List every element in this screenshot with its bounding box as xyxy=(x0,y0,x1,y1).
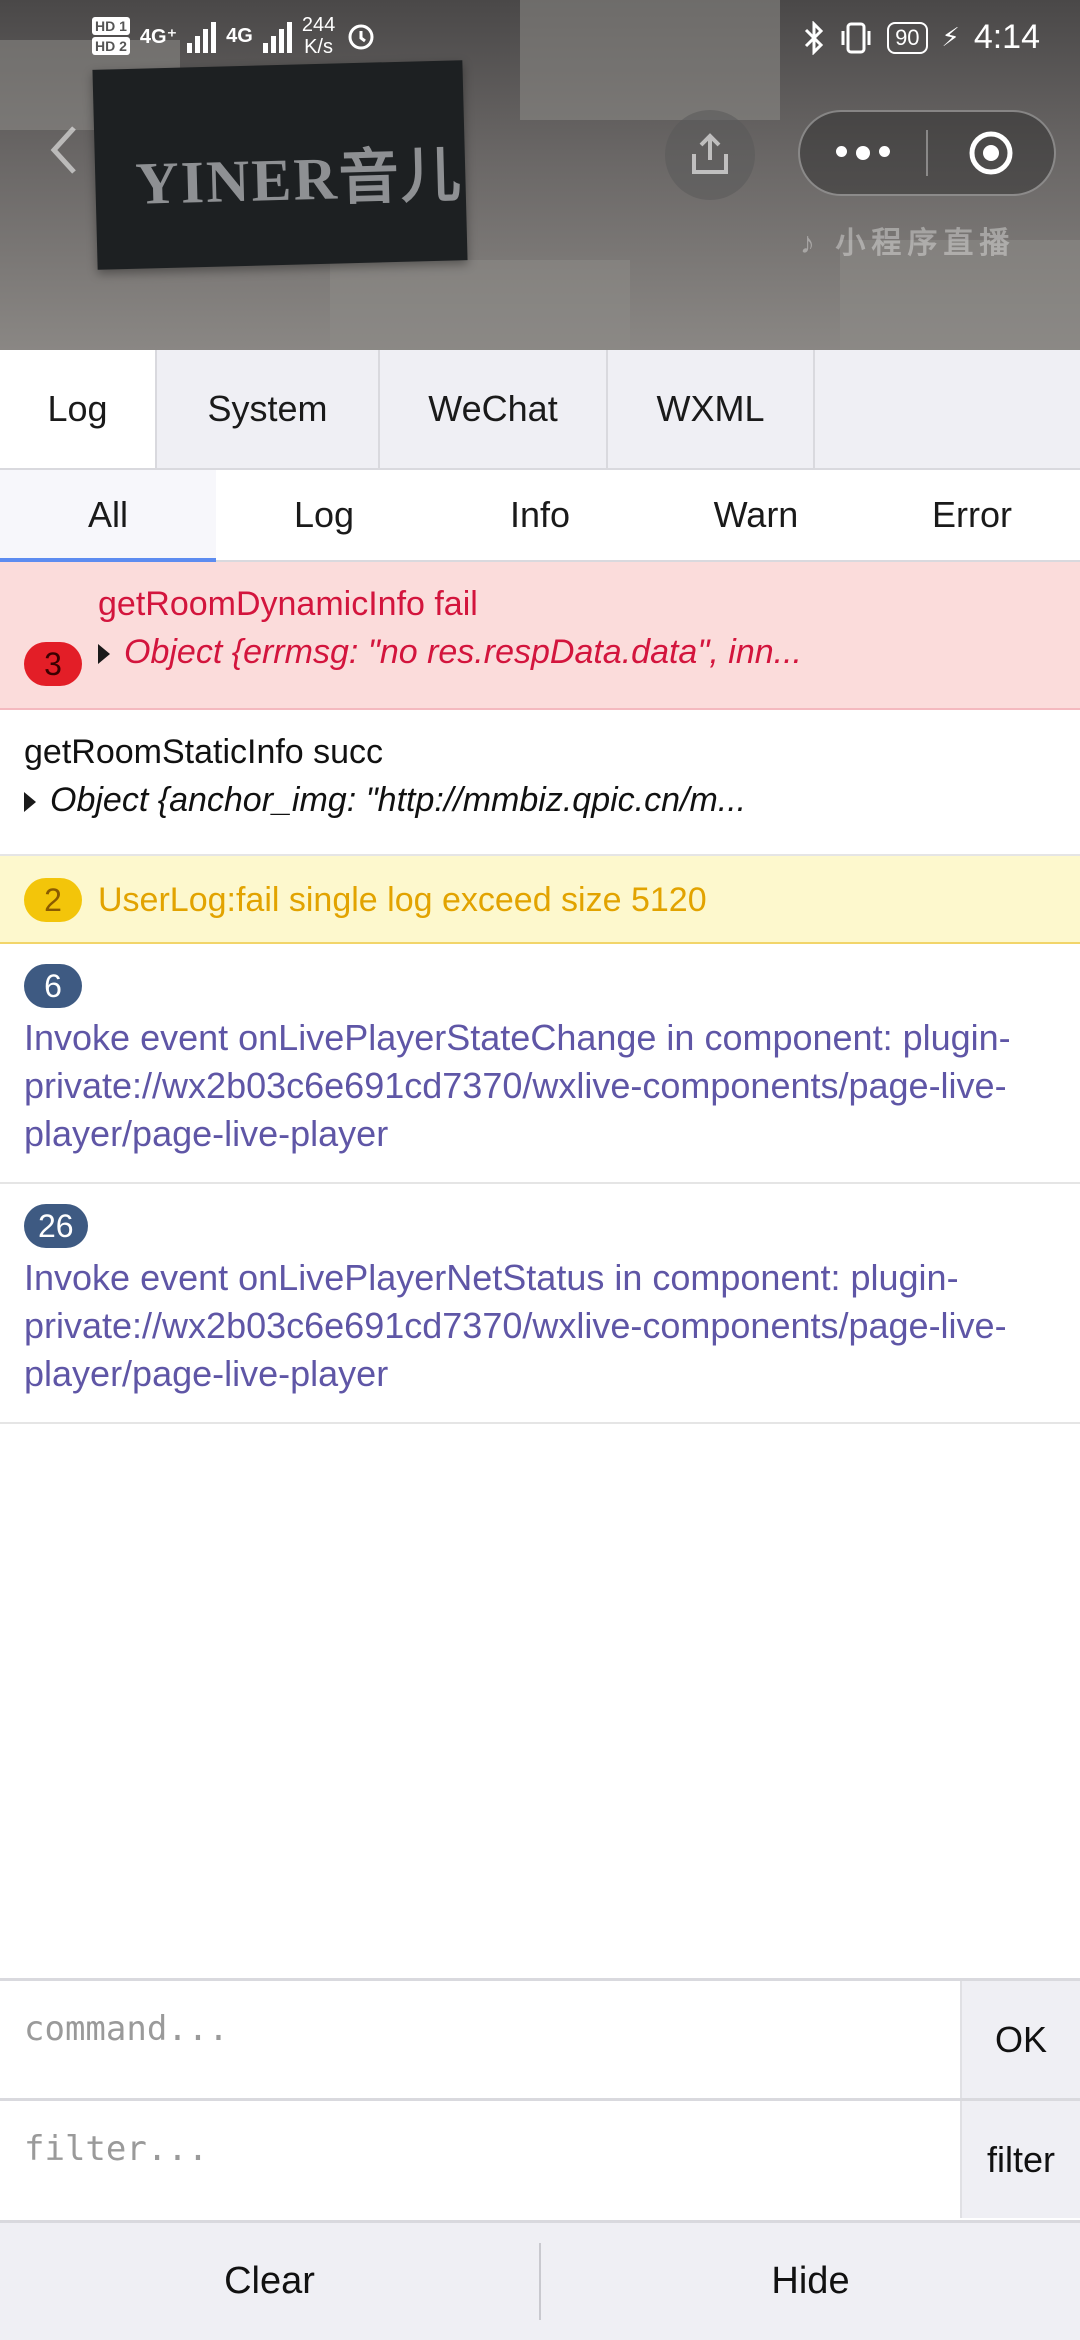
live-video-header: YINER音儿 HD 1 HD 2 4G⁺ 4G 244 K/s 90 ⚡ 4:… xyxy=(0,0,1080,350)
log-entry-warn: 2 UserLog:fail single log exceed size 51… xyxy=(0,856,1080,944)
vconsole-panel-tabs: Log System WeChat WXML xyxy=(0,350,1080,470)
wall-block xyxy=(330,260,630,350)
log-message: UserLog:fail single log exceed size 5120 xyxy=(98,881,707,919)
vibrate-icon xyxy=(841,22,871,53)
expand-triangle-icon xyxy=(98,644,110,665)
clear-button[interactable]: Clear xyxy=(0,2223,539,2340)
command-row: OK xyxy=(0,1978,1080,2098)
live-watermark-text: 小程序直播 xyxy=(835,227,1016,260)
repeat-count-badge: 26 xyxy=(24,1204,88,1248)
log-entry-info: 26 Invoke event onLivePlayerNetStatus in… xyxy=(0,1184,1080,1424)
log-message: getRoomStaticInfo succ xyxy=(24,733,384,771)
tab-system[interactable]: System xyxy=(157,350,380,468)
hd1-label: HD 1 xyxy=(92,17,130,35)
bluetooth-icon xyxy=(805,20,824,55)
ok-button[interactable]: OK xyxy=(960,1981,1080,2098)
target-icon xyxy=(969,131,1013,175)
tab-wechat[interactable]: WeChat xyxy=(380,350,608,468)
signal-icon xyxy=(262,19,292,53)
more-menu-icon[interactable] xyxy=(800,146,926,160)
log-level-tabs: All Log Info Warn Error xyxy=(0,470,1080,562)
network-type-1: 4G⁺ xyxy=(139,25,178,48)
share-icon xyxy=(692,133,728,174)
repeat-count-badge: 2 xyxy=(24,878,82,922)
level-tab-info[interactable]: Info xyxy=(432,470,648,560)
object-expander[interactable]: Object {errmsg: "no res.respData.data", … xyxy=(98,630,802,674)
share-button[interactable] xyxy=(665,110,755,200)
network-speed-value: 244 xyxy=(301,14,336,36)
miniprogram-capsule xyxy=(798,110,1056,196)
repeat-count-badge: 6 xyxy=(24,964,82,1008)
level-tab-all[interactable]: All xyxy=(0,470,216,562)
object-preview: Object {anchor_img: "http://mmbiz.qpic.c… xyxy=(50,781,747,819)
level-tab-error[interactable]: Error xyxy=(864,470,1080,560)
log-entry-info: 6 Invoke event onLivePlayerStateChange i… xyxy=(0,944,1080,1184)
clock-time: 4:14 xyxy=(973,18,1040,56)
log-message: getRoomDynamicInfo fail xyxy=(98,585,478,623)
repeat-count-badge: 3 xyxy=(24,642,82,686)
back-icon[interactable] xyxy=(44,120,84,180)
hd-indicator: HD 1 HD 2 xyxy=(92,17,130,55)
network-speed-unit: K/s xyxy=(304,36,333,58)
log-entry-error: 3 getRoomDynamicInfo fail Object {errmsg… xyxy=(0,562,1080,710)
battery-indicator: 90 xyxy=(887,21,928,54)
network-type-2: 4G xyxy=(226,24,253,47)
close-miniprogram-button[interactable] xyxy=(928,129,1054,177)
bottom-toolbar: Clear Hide xyxy=(0,2220,1080,2340)
object-preview: Object {errmsg: "no res.respData.data", … xyxy=(124,633,803,671)
log-message: Invoke event onLivePlayerStateChange in … xyxy=(24,1017,1011,1154)
log-list: 3 getRoomDynamicInfo fail Object {errmsg… xyxy=(0,562,1080,1424)
brand-sign: YINER音儿 xyxy=(92,60,468,270)
tab-wxml[interactable]: WXML xyxy=(608,350,815,468)
expand-triangle-icon xyxy=(24,792,36,813)
live-watermark-icon: ♪ xyxy=(800,227,821,260)
live-watermark: ♪ 小程序直播 xyxy=(800,218,1015,262)
filter-row: filter xyxy=(0,2098,1080,2218)
log-entry-log: getRoomStaticInfo succ Object {anchor_im… xyxy=(0,710,1080,856)
hd2-label: HD 2 xyxy=(92,37,130,55)
brand-sign-text: YINER音儿 xyxy=(134,142,464,217)
hide-button[interactable]: Hide xyxy=(541,2223,1080,2340)
charging-icon: ⚡ xyxy=(941,22,960,52)
status-bar: HD 1 HD 2 4G⁺ 4G 244 K/s 90 ⚡ 4:14 xyxy=(0,0,1080,80)
filter-input[interactable] xyxy=(0,2101,960,2218)
signal-icon xyxy=(187,19,217,53)
filter-button[interactable]: filter xyxy=(960,2101,1080,2218)
log-message: Invoke event onLivePlayerNetStatus in co… xyxy=(24,1257,1007,1394)
object-expander[interactable]: Object {anchor_img: "http://mmbiz.qpic.c… xyxy=(24,778,746,822)
alarm-icon xyxy=(348,24,374,50)
tab-log[interactable]: Log xyxy=(0,350,157,468)
command-input[interactable] xyxy=(0,1981,960,2098)
network-speed: 244 K/s xyxy=(302,14,335,58)
level-tab-log[interactable]: Log xyxy=(216,470,432,560)
level-tab-warn[interactable]: Warn xyxy=(648,470,864,560)
